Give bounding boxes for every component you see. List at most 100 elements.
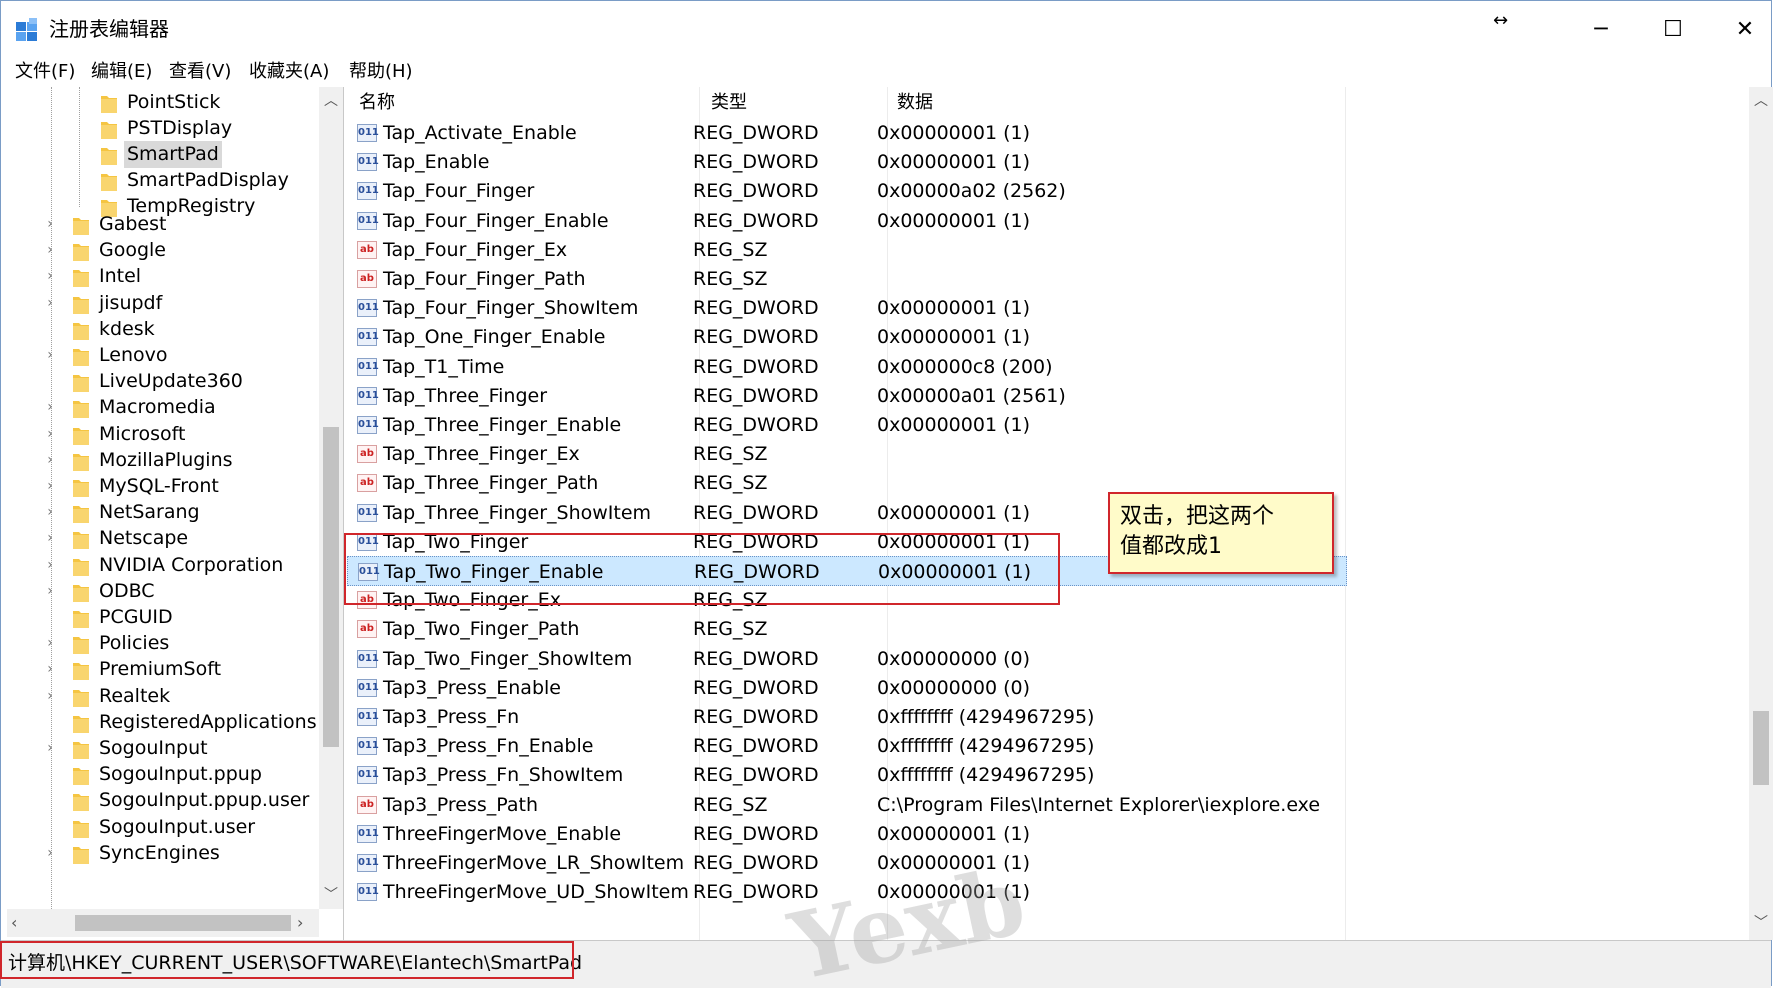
tree-item[interactable]: › Google xyxy=(7,237,317,264)
tree-item[interactable]: › MozillaPlugins xyxy=(7,447,317,474)
expand-chevron-icon[interactable]: › xyxy=(43,263,57,290)
value-row[interactable]: ab Tap_Four_Finger_Ex REG_SZ xyxy=(347,235,1347,265)
value-row[interactable]: 011 Tap_Three_Finger REG_DWORD 0x00000a01 (… xyxy=(347,381,1347,411)
tree-item[interactable]: › NVIDIA Corporation xyxy=(7,552,317,579)
value-row[interactable]: ab Tap3_Press_Path REG_SZ C:\Program Files\… xyxy=(347,790,1347,820)
tree-item[interactable]: › Macromedia xyxy=(7,394,317,421)
tree-item[interactable]: › Intel xyxy=(7,263,317,290)
tree-item[interactable]: SogouInput.user xyxy=(7,814,317,841)
tree-item[interactable]: › Microsoft xyxy=(7,421,317,448)
tree-vertical-scrollbar[interactable]: ︿ ﹀ xyxy=(319,87,343,909)
menu-file[interactable]: 文件(F) xyxy=(15,57,75,87)
value-row[interactable]: 011 Tap_T1_Time REG_DWORD 0x000000c8 (200) xyxy=(347,352,1347,382)
tree-item[interactable]: › SogouInput xyxy=(7,735,317,762)
menu-help[interactable]: 帮助(H) xyxy=(349,57,413,87)
folder-icon xyxy=(73,634,89,655)
scroll-right-arrow-icon[interactable]: › xyxy=(297,911,317,935)
column-header-data[interactable]: 数据 xyxy=(897,87,933,119)
expand-chevron-icon[interactable]: › xyxy=(43,499,57,526)
tree-item[interactable]: › jisupdf xyxy=(7,290,317,317)
tree-item[interactable]: › SyncEngines xyxy=(7,840,317,867)
expand-chevron-icon[interactable]: › xyxy=(43,447,57,474)
tree-item-label: Google xyxy=(99,239,167,262)
tree-item[interactable]: kdesk xyxy=(7,316,317,343)
expand-chevron-icon[interactable]: › xyxy=(43,211,57,238)
tree-item[interactable]: › PremiumSoft xyxy=(7,656,317,683)
scroll-up-arrow-icon[interactable]: ︿ xyxy=(1751,87,1771,115)
expand-chevron-icon[interactable]: › xyxy=(43,735,57,762)
expand-chevron-icon[interactable]: › xyxy=(43,473,57,500)
value-row[interactable]: 011 Tap_Four_Finger_ShowItem REG_DWORD 0x00… xyxy=(347,293,1347,323)
list-scroll-thumb[interactable] xyxy=(1753,711,1769,785)
menu-favorites[interactable]: 收藏夹(A) xyxy=(249,57,329,87)
maximize-button[interactable]: ☐ xyxy=(1637,1,1709,57)
expand-chevron-icon[interactable]: › xyxy=(43,683,57,710)
close-button[interactable]: ✕ xyxy=(1709,1,1781,57)
tree-scroll-thumb[interactable] xyxy=(323,427,339,747)
expand-chevron-icon[interactable]: › xyxy=(43,237,57,264)
tree-item[interactable]: › MySQL-Front xyxy=(7,473,317,500)
tree-item[interactable]: SogouInput.ppup.user xyxy=(7,787,317,814)
value-row[interactable]: 011 Tap_Four_Finger REG_DWORD 0x00000a02 (2… xyxy=(347,176,1347,206)
tree-item[interactable]: › Policies xyxy=(7,630,317,657)
expand-chevron-icon[interactable]: › xyxy=(43,552,57,579)
expand-chevron-icon[interactable]: › xyxy=(43,290,57,317)
values-list[interactable]: 名称 类型 数据 011 Tap_Activate_Enable REG_DWORD… xyxy=(347,87,1773,940)
tree-item[interactable]: RegisteredApplications xyxy=(7,709,317,736)
key-tree[interactable]: PointStick PSTDisplay SmartPad SmartPadDisp… xyxy=(7,87,344,940)
tree-item[interactable]: PCGUID xyxy=(7,604,317,631)
tree-item[interactable]: SmartPadDisplay xyxy=(7,167,317,194)
minimize-button[interactable]: ─ xyxy=(1565,1,1637,57)
value-row[interactable]: 011 Tap3_Press_Fn_Enable REG_DWORD 0xffffff… xyxy=(347,731,1347,761)
scroll-up-arrow-icon[interactable]: ︿ xyxy=(321,87,341,115)
value-row[interactable]: 011 ThreeFingerMove_LR_ShowItem REG_DWORD 0… xyxy=(347,848,1347,878)
tree-horizontal-scrollbar[interactable]: ‹ › xyxy=(7,909,319,937)
column-header-name[interactable]: 名称 xyxy=(359,87,395,119)
tree-item[interactable]: SogouInput.ppup xyxy=(7,761,317,788)
value-name: Tap_Four_Finger_ShowItem xyxy=(383,297,639,320)
expand-chevron-icon[interactable]: › xyxy=(43,342,57,369)
value-row[interactable]: 011 Tap_Enable REG_DWORD 0x00000001 (1) xyxy=(347,147,1347,177)
value-row[interactable]: ab Tap_Two_Finger_Path REG_SZ xyxy=(347,614,1347,644)
tree-item[interactable]: › NetSarang xyxy=(7,499,317,526)
expand-chevron-icon[interactable]: › xyxy=(43,656,57,683)
annotation-callout: 双击，把这两个 值都改成1 xyxy=(1108,492,1334,574)
value-row[interactable]: 011 Tap3_Press_Enable REG_DWORD 0x00000000 … xyxy=(347,673,1347,703)
tree-item[interactable]: › Gabest xyxy=(7,211,317,238)
tree-item[interactable]: › ODBC xyxy=(7,578,317,605)
value-row[interactable]: 011 Tap_Activate_Enable REG_DWORD 0x0000000… xyxy=(347,118,1347,148)
value-type: REG_SZ xyxy=(693,238,768,261)
tree-item[interactable]: PointStick xyxy=(7,89,317,116)
tree-hscroll-thumb[interactable] xyxy=(75,915,291,931)
tree-item[interactable]: SmartPad xyxy=(7,141,317,169)
tree-item[interactable]: PSTDisplay xyxy=(7,115,317,142)
value-row[interactable]: 011 Tap_Three_Finger_Enable REG_DWORD 0x000… xyxy=(347,410,1347,440)
value-row[interactable]: 011 ThreeFingerMove_Enable REG_DWORD 0x0000… xyxy=(347,819,1347,849)
tree-item[interactable]: › Netscape xyxy=(7,525,317,552)
list-vertical-scrollbar[interactable]: ︿ ﹀ xyxy=(1749,87,1773,940)
tree-item[interactable]: › Lenovo xyxy=(7,342,317,369)
menu-edit[interactable]: 编辑(E) xyxy=(91,57,152,87)
expand-chevron-icon[interactable]: › xyxy=(43,840,57,867)
value-data: 0x00000001 (1) xyxy=(877,501,1030,524)
scroll-down-arrow-icon[interactable]: ﹀ xyxy=(1751,909,1771,937)
value-row[interactable]: ab Tap_Three_Finger_Ex REG_SZ xyxy=(347,439,1347,469)
menu-view[interactable]: 查看(V) xyxy=(169,57,231,87)
tree-item[interactable]: › Realtek xyxy=(7,683,317,710)
scroll-down-arrow-icon[interactable]: ﹀ xyxy=(321,881,341,909)
expand-chevron-icon[interactable]: › xyxy=(43,630,57,657)
expand-chevron-icon[interactable]: › xyxy=(43,525,57,552)
expand-chevron-icon[interactable]: › xyxy=(43,394,57,421)
value-row[interactable]: ab Tap_Four_Finger_Path REG_SZ xyxy=(347,264,1347,294)
value-row[interactable]: 011 Tap_One_Finger_Enable REG_DWORD 0x00000… xyxy=(347,322,1347,352)
scroll-left-arrow-icon[interactable]: ‹ xyxy=(11,911,31,935)
expand-chevron-icon[interactable]: › xyxy=(43,578,57,605)
value-row[interactable]: 011 Tap_Two_Finger_ShowItem REG_DWORD 0x000… xyxy=(347,644,1347,674)
value-row[interactable]: 011 Tap3_Press_Fn REG_DWORD 0xffffffff (429… xyxy=(347,702,1347,732)
expand-chevron-icon[interactable]: › xyxy=(43,421,57,448)
tree-item[interactable]: LiveUpdate360 xyxy=(7,368,317,395)
column-header-type[interactable]: 类型 xyxy=(711,87,747,119)
value-row[interactable]: 011 Tap3_Press_Fn_ShowItem REG_DWORD 0xffff… xyxy=(347,760,1347,790)
title-bar[interactable]: 注册表编辑器 ↔ ─ ☐ ✕ xyxy=(1,1,1771,57)
value-row[interactable]: 011 Tap_Four_Finger_Enable REG_DWORD 0x0000… xyxy=(347,206,1347,236)
